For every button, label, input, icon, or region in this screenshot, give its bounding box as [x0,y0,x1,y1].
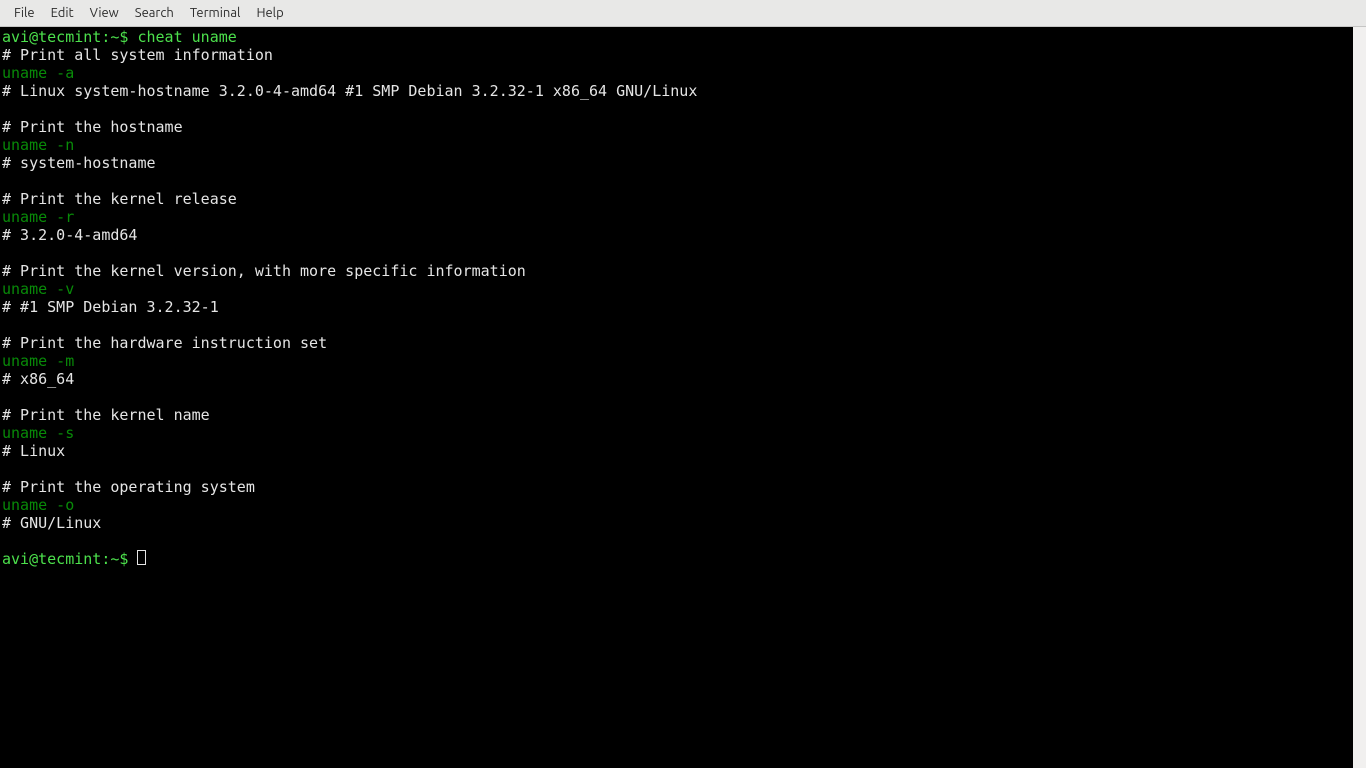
output-line: # #1 SMP Debian 3.2.32-1 [2,298,219,316]
menu-item-search[interactable]: Search [127,0,182,27]
output-line: # Print the kernel release [2,190,237,208]
output-line: # Print all system information [2,46,273,64]
output-line: uname -o [2,496,74,514]
scrollbar[interactable] [1353,27,1366,768]
prompt-user-host: avi@tecmint [2,28,101,46]
cursor [137,550,146,565]
output-line: # system-hostname [2,154,156,172]
output-line: uname -v [2,280,74,298]
menubar: File Edit View Search Terminal Help [0,0,1366,27]
menu-item-terminal[interactable]: Terminal [182,0,249,27]
typed-command: cheat uname [137,28,236,46]
output-line: # Print the kernel version, with more sp… [2,262,526,280]
output-line: uname -a [2,64,74,82]
output-line: # Print the kernel name [2,406,210,424]
menu-item-help[interactable]: Help [248,0,291,27]
output-line: uname -m [2,352,74,370]
output-line: # Print the hostname [2,118,183,136]
terminal-output[interactable]: avi@tecmint:~$ cheat uname # Print all s… [0,27,1353,768]
output-line: # Linux [2,442,65,460]
output-line: uname -n [2,136,74,154]
prompt-user-host: avi@tecmint [2,550,101,568]
output-line: # Print the hardware instruction set [2,334,327,352]
menu-item-edit[interactable]: Edit [43,0,82,27]
output-line: uname -r [2,208,74,226]
output-line: # Linux system-hostname 3.2.0-4-amd64 #1… [2,82,697,100]
menu-item-view[interactable]: View [82,0,127,27]
output-line: # Print the operating system [2,478,255,496]
output-line: # GNU/Linux [2,514,101,532]
output-line: # 3.2.0-4-amd64 [2,226,137,244]
output-line: # x86_64 [2,370,74,388]
menu-item-file[interactable]: File [6,0,43,27]
output-line: uname -s [2,424,74,442]
